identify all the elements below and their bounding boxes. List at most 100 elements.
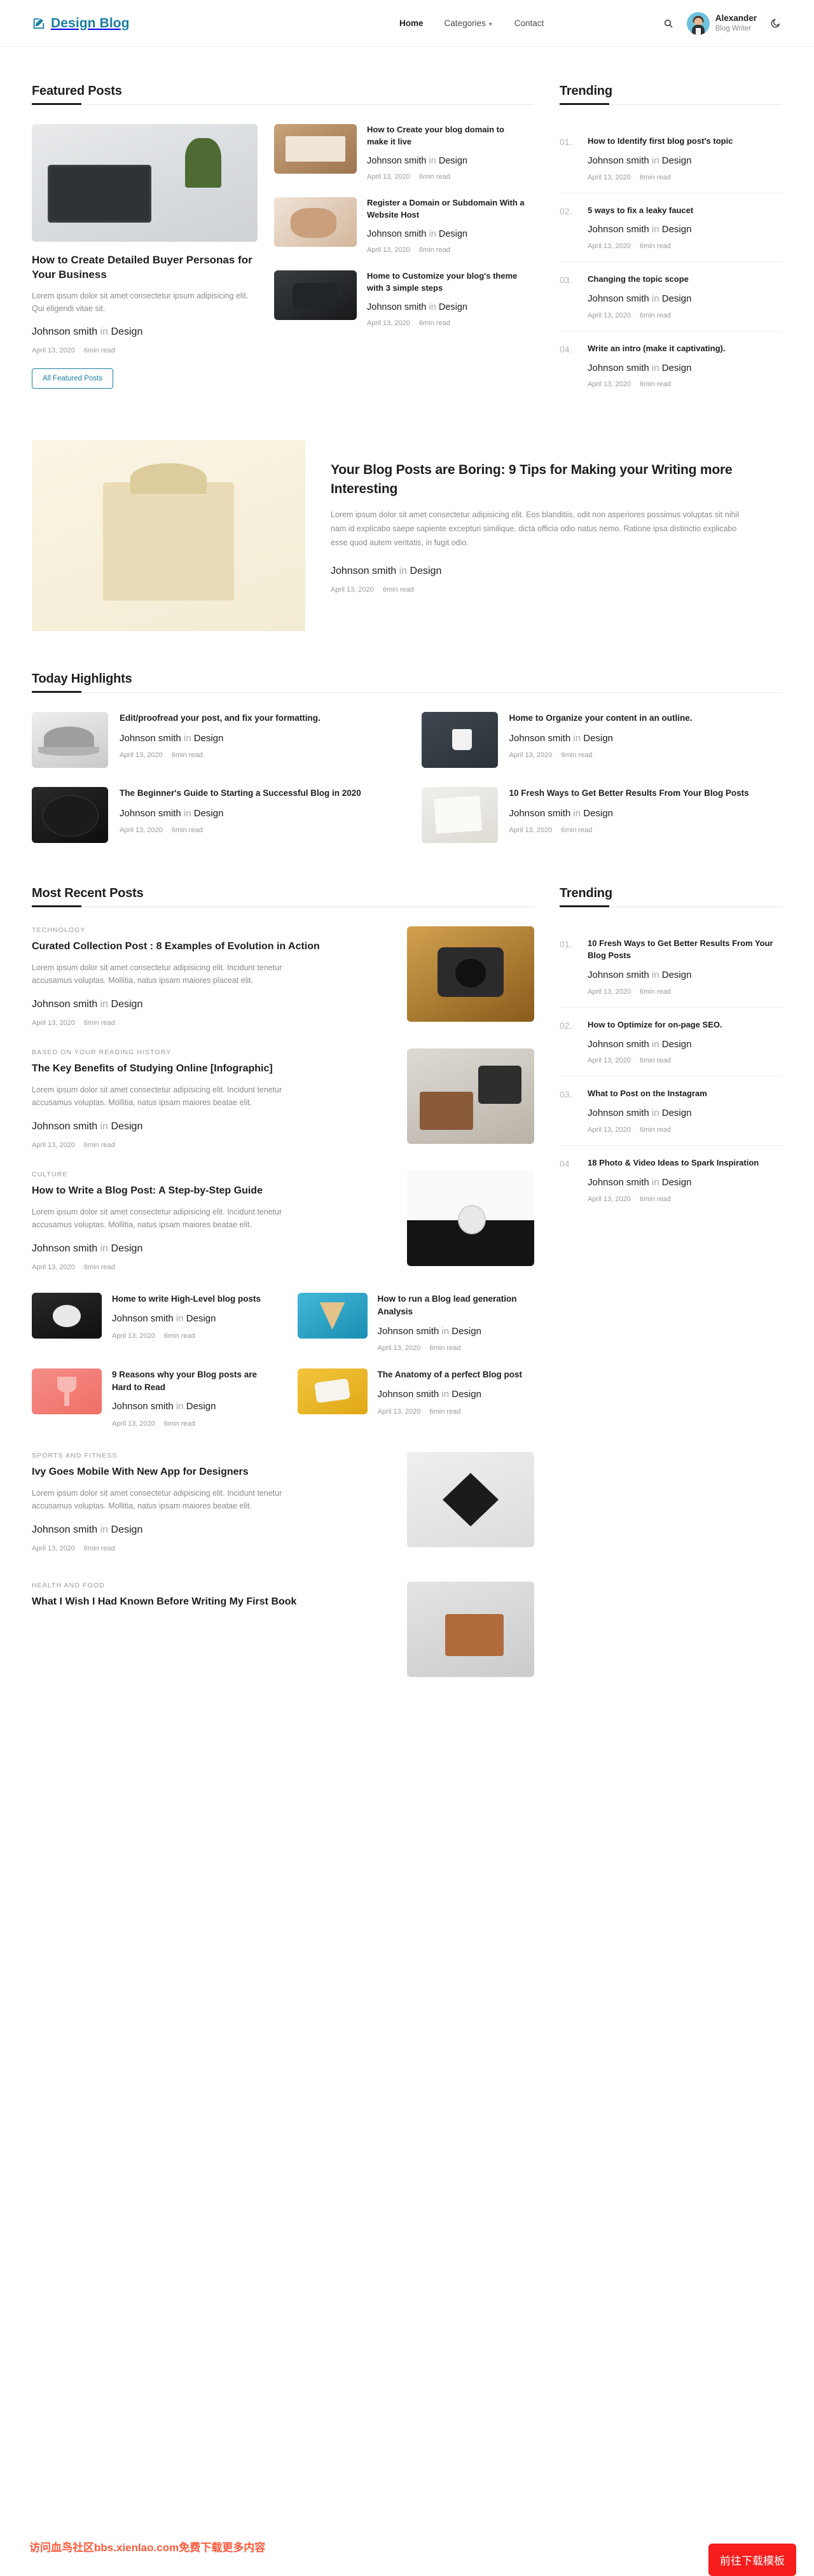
trending-title[interactable]: How to Identify first blog post's topic [588,136,782,148]
featured-main-title[interactable]: How to Create Detailed Buyer Personas fo… [32,253,258,282]
recent-post-small[interactable]: How to run a Blog lead generation Analys… [297,1293,535,1352]
author-name[interactable]: Johnson smith [112,1313,174,1324]
highlight-image[interactable] [32,787,108,844]
recent-post-title[interactable]: How to run a Blog lead generation Analys… [378,1293,535,1318]
author-name[interactable]: Johnson smith [32,1121,97,1132]
category-name[interactable]: Design [452,1389,481,1400]
featured-main-card[interactable]: How to Create Detailed Buyer Personas fo… [32,124,258,389]
author-name[interactable]: Johnson smith [588,1108,649,1118]
featured-side-title[interactable]: Register a Domain or Subdomain With a We… [367,197,525,221]
recent-post-large[interactable]: TECHNOLOGY Curated Collection Post : 8 E… [32,926,534,1048]
author-name[interactable]: Johnson smith [378,1326,439,1337]
category-name[interactable]: Design [111,1524,143,1535]
moon-icon[interactable] [768,17,782,31]
recent-post-small[interactable]: Home to write High-Level blog posts John… [32,1293,269,1352]
recent-post-title[interactable]: How to Write a Blog Post: A Step-by-Step… [32,1184,385,1198]
trending-title[interactable]: 5 ways to fix a leaky faucet [588,205,782,217]
category-name[interactable]: Design [662,363,692,373]
author-name[interactable]: Johnson smith [331,566,396,576]
post-category-label[interactable]: CULTURE [32,1171,385,1178]
featured-side-image[interactable] [274,197,357,247]
highlight-title[interactable]: Edit/proofread your post, and fix your f… [120,712,393,725]
author-name[interactable]: Johnson smith [367,156,427,166]
author-name[interactable]: Johnson smith [588,363,649,373]
trending-title[interactable]: 18 Photo & Video Ideas to Spark Inspirat… [588,1157,782,1169]
category-name[interactable]: Design [410,566,442,576]
recent-post-title[interactable]: What I Wish I Had Known Before Writing M… [32,1595,385,1609]
author-name[interactable]: Johnson smith [32,1243,97,1254]
hero-image[interactable] [32,440,305,632]
recent-post-image[interactable] [407,1452,534,1548]
hero-feature-post[interactable]: Your Blog Posts are Boring: 9 Tips for M… [32,440,782,632]
post-category-label[interactable]: TECHNOLOGY [32,926,385,934]
highlight-image[interactable] [32,712,108,769]
category-name[interactable]: Design [439,156,467,166]
trending-item[interactable]: 01. 10 Fresh Ways to Get Better Results … [560,926,782,1008]
featured-side-image[interactable] [274,270,357,320]
recent-post-large[interactable]: CULTURE How to Write a Blog Post: A Step… [32,1171,534,1293]
hero-title[interactable]: Your Blog Posts are Boring: 9 Tips for M… [331,461,782,498]
category-name[interactable]: Design [111,999,143,1010]
recent-post-image[interactable] [407,1048,534,1145]
trending-title[interactable]: 10 Fresh Ways to Get Better Results From… [588,938,782,962]
author-name[interactable]: Johnson smith [120,733,181,744]
trending-item[interactable]: 03. What to Post on the Instagram Johnso… [560,1076,782,1146]
category-name[interactable]: Design [111,1121,143,1132]
author-name[interactable]: Johnson smith [588,1177,649,1188]
category-name[interactable]: Design [662,970,692,980]
recent-post-image[interactable] [407,1171,534,1267]
author-name[interactable]: Johnson smith [378,1389,439,1400]
category-name[interactable]: Design [583,733,613,744]
trending-title[interactable]: What to Post on the Instagram [588,1088,782,1100]
category-name[interactable]: Design [662,155,692,166]
category-name[interactable]: Design [662,1039,692,1050]
all-featured-posts-button[interactable]: All Featured Posts [32,368,113,389]
author-name[interactable]: Johnson smith [32,999,97,1010]
category-name[interactable]: Design [186,1313,216,1324]
featured-side-card[interactable]: Home to Customize your blog's theme with… [274,270,525,327]
nav-item-categories[interactable]: Categories ▼ [445,18,493,28]
recent-post-small[interactable]: The Anatomy of a perfect Blog post Johns… [297,1368,535,1428]
highlight-image[interactable] [421,712,498,769]
author-name[interactable]: Johnson smith [32,1524,97,1535]
nav-item-contact[interactable]: Contact [514,18,544,28]
category-name[interactable]: Design [194,733,224,744]
author-name[interactable]: Johnson smith [120,808,181,819]
recent-post-large[interactable]: BASED ON YOUR READING HISTORY The Key Be… [32,1048,534,1171]
recent-post-large[interactable]: SPORTS AND FITNESS Ivy Goes Mobile With … [32,1435,534,1574]
recent-post-image[interactable] [407,926,534,1022]
download-template-button[interactable]: 前往下载模板 [708,2544,796,2576]
author-name[interactable]: Johnson smith [588,293,649,304]
trending-item[interactable]: 01. How to Identify first blog post's to… [560,124,782,193]
category-name[interactable]: Design [194,808,224,819]
recent-post-image[interactable] [32,1368,102,1415]
category-name[interactable]: Design [111,326,143,337]
category-name[interactable]: Design [662,293,692,304]
recent-post-large[interactable]: HEALTH AND FOOD What I Wish I Had Known … [32,1574,534,1699]
post-category-label[interactable]: SPORTS AND FITNESS [32,1452,385,1459]
recent-post-image[interactable] [407,1582,534,1678]
trending-item[interactable]: 02. 5 ways to fix a leaky faucet Johnson… [560,193,782,263]
highlight-image[interactable] [421,787,498,844]
recent-post-title[interactable]: 9 Reasons why your Blog posts are Hard t… [112,1368,269,1393]
recent-post-title[interactable]: Ivy Goes Mobile With New App for Designe… [32,1465,385,1479]
author-name[interactable]: Johnson smith [367,302,427,312]
author-name[interactable]: Johnson smith [509,808,571,819]
author-name[interactable]: Johnson smith [588,155,649,166]
featured-side-title[interactable]: How to Create your blog domain to make i… [367,124,525,148]
user-profile[interactable]: Alexander Blog Writer [686,11,757,35]
category-name[interactable]: Design [111,1243,143,1254]
author-name[interactable]: Johnson smith [588,224,649,235]
featured-side-image[interactable] [274,124,357,174]
recent-post-title[interactable]: Home to write High-Level blog posts [112,1293,261,1305]
search-icon[interactable] [661,17,675,31]
trending-title[interactable]: Changing the topic scope [588,274,782,286]
post-category-label[interactable]: BASED ON YOUR READING HISTORY [32,1048,385,1056]
author-name[interactable]: Johnson smith [588,1039,649,1050]
category-name[interactable]: Design [662,1108,692,1118]
recent-post-image[interactable] [297,1293,368,1339]
highlight-card[interactable]: 10 Fresh Ways to Get Better Results From… [421,787,783,844]
post-category-label[interactable]: HEALTH AND FOOD [32,1582,385,1589]
trending-item[interactable]: 03. Changing the topic scope Johnson smi… [560,262,782,331]
highlight-card[interactable]: Home to Organize your content in an outl… [421,712,783,769]
